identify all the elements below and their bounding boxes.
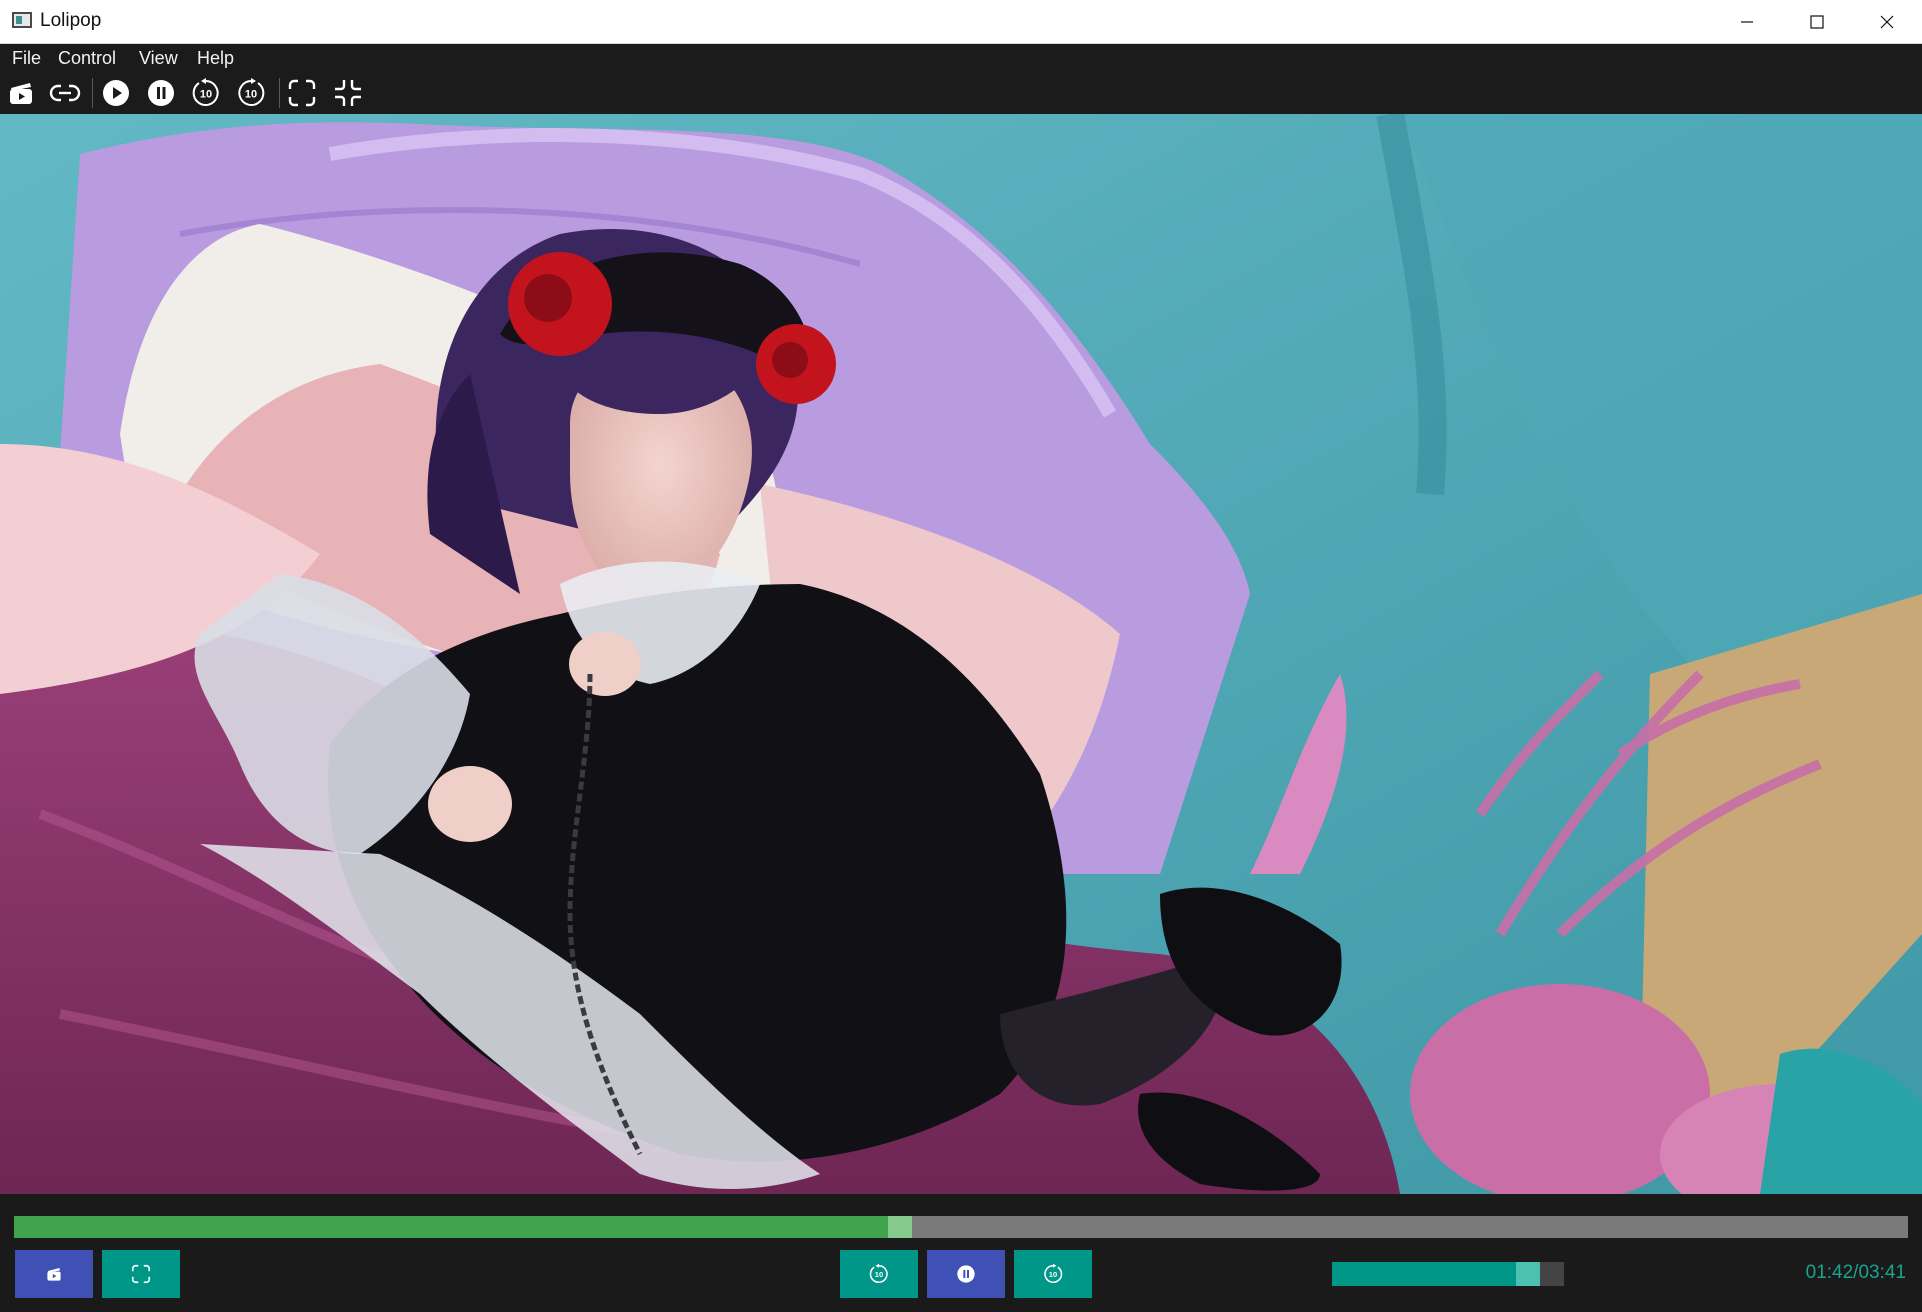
progress-handle[interactable]: [888, 1216, 912, 1238]
forward-button[interactable]: 10: [1014, 1250, 1092, 1298]
toolbar-rewind-button[interactable]: 10: [187, 75, 225, 111]
toolbar-open-url-button[interactable]: [46, 75, 84, 111]
title-bar: Lolipop: [0, 0, 1922, 44]
svg-text:10: 10: [875, 1270, 883, 1279]
fullscreen-icon: [131, 1264, 151, 1284]
toolbar-separator: [92, 78, 93, 108]
fullscreen-icon: [288, 79, 316, 107]
maximize-button[interactable]: [1782, 0, 1852, 44]
close-icon: [1880, 15, 1894, 29]
toolbar: 10 10: [0, 72, 1922, 114]
open-file-icon: [47, 1268, 61, 1281]
video-frame[interactable]: [0, 114, 1922, 1194]
app-window-icon: [12, 12, 32, 28]
pause-icon: [957, 1265, 975, 1283]
window-title: Lolipop: [40, 10, 102, 31]
volume-handle[interactable]: [1516, 1262, 1540, 1286]
rewind-button[interactable]: 10: [840, 1250, 918, 1298]
play-icon: [103, 80, 129, 106]
toolbar-pause-button[interactable]: [142, 75, 180, 111]
exit-fullscreen-icon: [335, 80, 361, 106]
open-file-button[interactable]: [15, 1250, 93, 1298]
forward-10-icon: 10: [1044, 1263, 1063, 1283]
toolbar-forward-button[interactable]: 10: [232, 75, 270, 111]
pause-icon: [148, 80, 174, 106]
maximize-icon: [1810, 15, 1824, 29]
menu-control[interactable]: Control: [58, 48, 116, 69]
progress-played: [14, 1216, 888, 1238]
rewind-10-icon: 10: [869, 1263, 888, 1283]
toolbar-open-file-button[interactable]: [2, 75, 40, 111]
video-content: [0, 114, 1922, 1194]
open-url-icon: [49, 84, 81, 102]
minimize-button[interactable]: [1712, 0, 1782, 44]
rewind-10-icon: 10: [192, 78, 219, 106]
toolbar-separator: [279, 78, 280, 108]
menu-view[interactable]: View: [139, 48, 178, 69]
svg-text:10: 10: [1049, 1270, 1057, 1279]
fullscreen-button[interactable]: [102, 1250, 180, 1298]
time-display: 01:42/03:41: [1805, 1262, 1906, 1283]
menu-help[interactable]: Help: [197, 48, 234, 69]
volume-level: [1332, 1262, 1518, 1286]
open-file-icon: [10, 83, 32, 104]
playback-controls: 10 10 01:42/03:41: [0, 1194, 1922, 1312]
progress-bar[interactable]: [14, 1216, 1908, 1238]
menu-file[interactable]: File: [12, 48, 41, 69]
close-button[interactable]: [1852, 0, 1922, 44]
svg-text:10: 10: [245, 89, 257, 101]
pause-button[interactable]: [927, 1250, 1005, 1298]
volume-slider[interactable]: [1332, 1262, 1564, 1286]
svg-text:10: 10: [200, 89, 212, 101]
menu-bar: File Control View Help: [0, 44, 1922, 72]
toolbar-fullscreen-button[interactable]: [283, 75, 321, 111]
forward-10-icon: 10: [238, 78, 265, 106]
toolbar-play-button[interactable]: [97, 75, 135, 111]
toolbar-exit-fullscreen-button[interactable]: [329, 75, 367, 111]
minimize-icon: [1741, 21, 1753, 23]
